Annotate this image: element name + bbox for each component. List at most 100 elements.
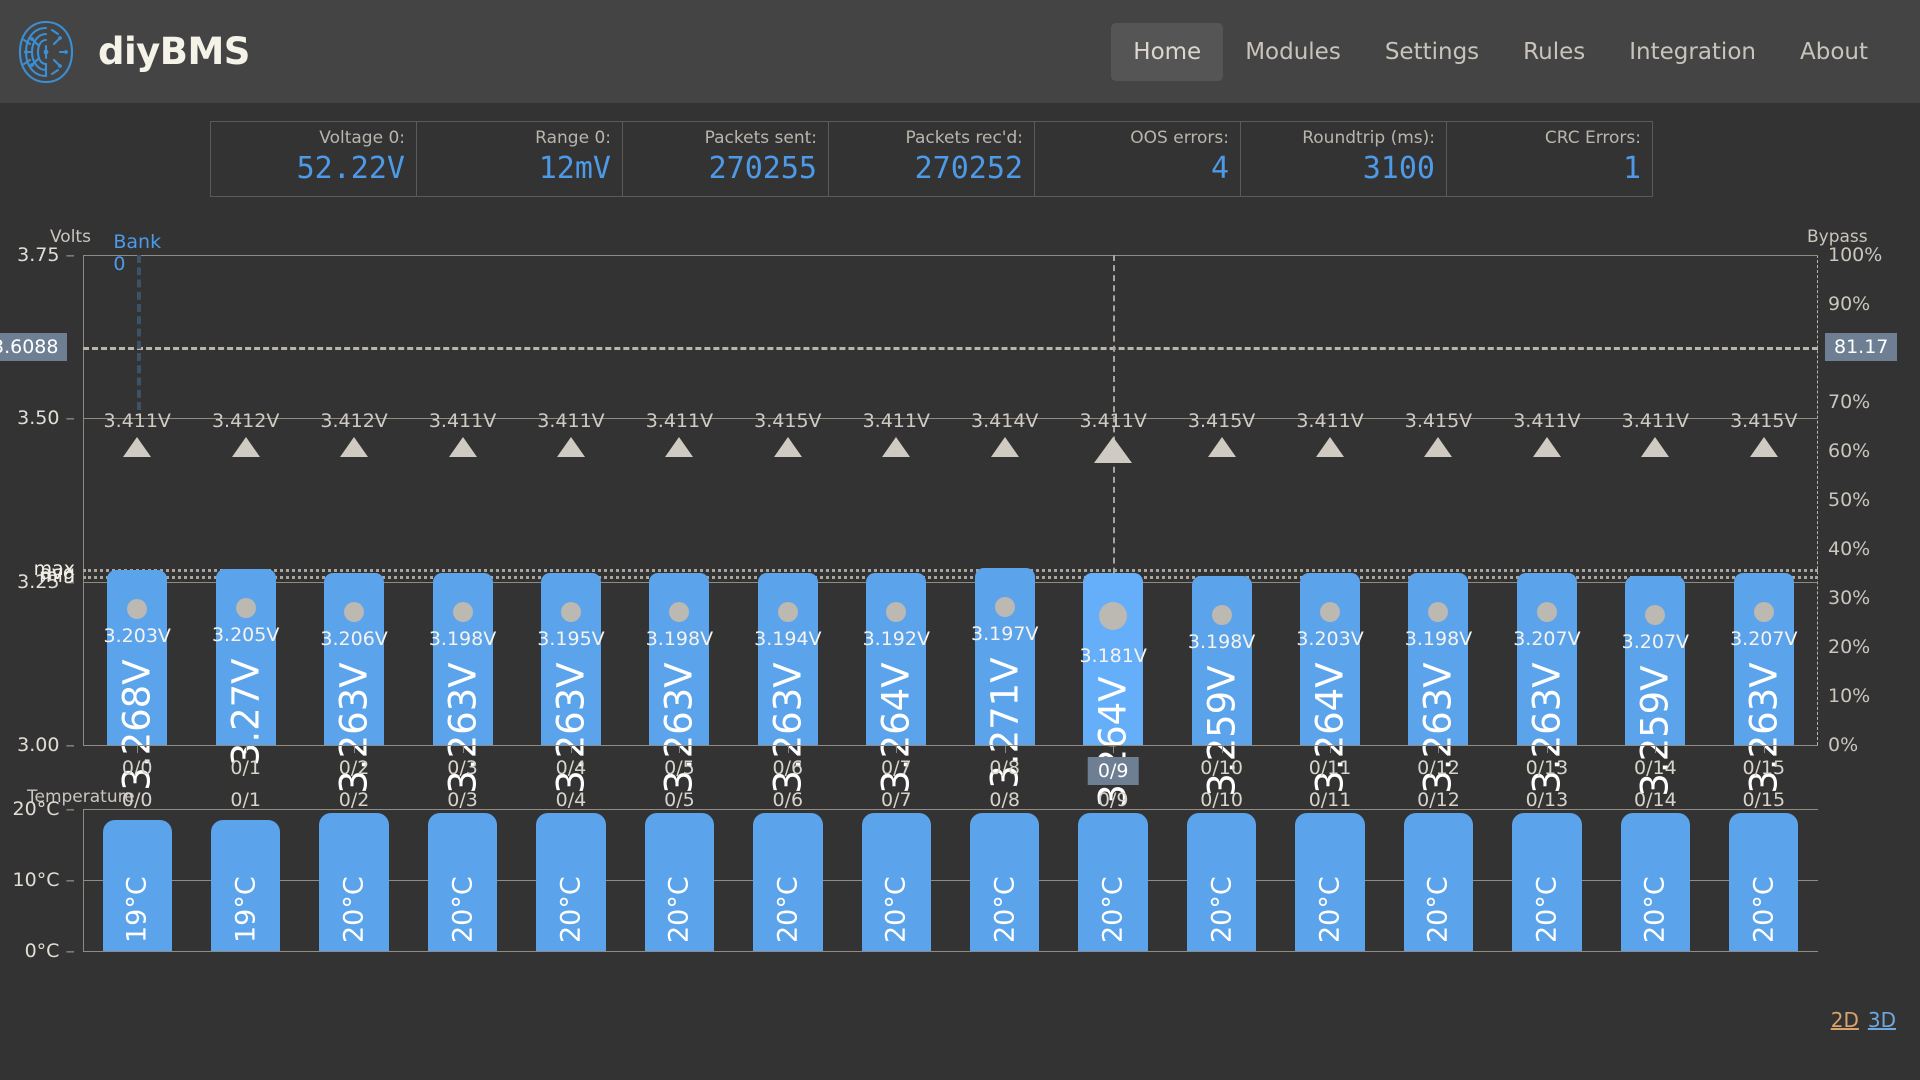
cell-max-voltage-arrow-icon bbox=[665, 437, 694, 457]
status-label: Voltage 0: bbox=[319, 128, 405, 148]
nav-link-about[interactable]: About bbox=[1778, 23, 1890, 81]
cell-max-voltage-label: 3.412V bbox=[211, 410, 280, 432]
temp-x-axis-label: 0/12 bbox=[1417, 789, 1460, 811]
circuit-fingerprint-icon bbox=[18, 20, 74, 83]
cell-column[interactable]: 3.411V 3.195V 3.263V 0/4 bbox=[537, 255, 604, 794]
x-axis-label[interactable]: 0/14 bbox=[1634, 757, 1677, 779]
cell-column[interactable]: 3.411V 3.207V 3.259V 0/14 bbox=[1622, 255, 1689, 797]
cell-max-voltage-arrow-icon bbox=[231, 437, 260, 457]
temp-x-axis-label: 0/8 bbox=[989, 789, 1021, 811]
view-3d-link[interactable]: 3D bbox=[1868, 1008, 1896, 1032]
temperature-value-label: 19°C bbox=[230, 876, 262, 943]
bypass-axis-tick-label: 100% bbox=[1828, 244, 1883, 266]
temperature-column[interactable]: 20°C 0/2 bbox=[300, 789, 408, 951]
bypass-axis-tick-label: 50% bbox=[1828, 489, 1871, 511]
cell-column[interactable]: 3.411V 3.207V 3.263V 0/13 bbox=[1513, 255, 1580, 794]
cell-column[interactable]: 3.415V 3.207V 3.263V 0/15 bbox=[1730, 255, 1797, 794]
cell-column[interactable]: 3.411V 3.192V 3.264V 0/7 bbox=[863, 255, 930, 793]
temperature-column[interactable]: 20°C 0/3 bbox=[408, 789, 516, 951]
temperature-column[interactable]: 20°C 0/6 bbox=[734, 789, 842, 951]
temperature-column[interactable]: 20°C 0/12 bbox=[1384, 789, 1492, 951]
nav-links: Home Modules Settings Rules Integration About bbox=[1111, 22, 1890, 81]
brand[interactable]: diyBMS bbox=[12, 18, 250, 86]
cell-min-voltage-label: 3.207V bbox=[1621, 630, 1690, 653]
view-2d-link[interactable]: 2D bbox=[1831, 1008, 1859, 1032]
x-axis-label[interactable]: 0/10 bbox=[1200, 757, 1243, 779]
cell-max-voltage-arrow-icon bbox=[1641, 437, 1670, 457]
cell-column[interactable]: 3.415V 3.198V 3.259V 0/10 bbox=[1188, 255, 1255, 797]
cell-max-voltage-label: 3.415V bbox=[1730, 410, 1798, 432]
status-value: 12mV bbox=[538, 151, 611, 187]
status-box: Packets rec'd: 270252 bbox=[828, 121, 1035, 197]
cell-column[interactable]: Bank 0 3.411V 3.203V 3.268V 0/0 bbox=[104, 231, 171, 791]
cell-column[interactable]: 3.411V 3.203V 3.264V 0/11 bbox=[1296, 255, 1363, 793]
temperature-column[interactable]: 20°C 0/14 bbox=[1601, 789, 1709, 951]
cell-min-voltage-label: 3.181V bbox=[1079, 644, 1147, 667]
cell-column[interactable]: 3.411V 3.181V 3.264V 0/9 bbox=[1079, 255, 1147, 807]
cell-max-voltage-arrow-icon bbox=[1316, 437, 1345, 457]
y-axis-tick-label: 3.75 – bbox=[17, 244, 75, 266]
nav-link-rules[interactable]: Rules bbox=[1501, 23, 1607, 81]
cell-bypass-dot bbox=[235, 597, 256, 618]
cell-column[interactable]: 3.415V 3.198V 3.263V 0/12 bbox=[1405, 255, 1472, 794]
x-axis-tick bbox=[354, 745, 356, 753]
cell-max-voltage-label: 3.415V bbox=[1187, 410, 1256, 432]
cell-max-voltage-arrow-icon bbox=[340, 437, 369, 457]
temperature-column[interactable]: 20°C 0/8 bbox=[951, 789, 1059, 951]
x-axis-tick bbox=[137, 745, 139, 753]
nav-link-integration[interactable]: Integration bbox=[1607, 23, 1778, 81]
x-axis-tick bbox=[1113, 745, 1115, 753]
temperature-column[interactable]: 20°C 0/15 bbox=[1710, 789, 1818, 951]
x-axis-label[interactable]: 0/5 bbox=[664, 757, 695, 779]
temperature-column[interactable]: 19°C 0/1 bbox=[191, 789, 299, 951]
status-value: 270252 bbox=[914, 151, 1023, 187]
cell-max-voltage-arrow-icon bbox=[448, 437, 477, 457]
temperature-column[interactable]: 20°C 0/10 bbox=[1167, 789, 1275, 951]
x-axis-label[interactable]: 0/1 bbox=[230, 757, 261, 779]
x-axis-label[interactable]: 0/2 bbox=[339, 757, 370, 779]
temperature-value-label: 20°C bbox=[1748, 876, 1780, 943]
cell-max-voltage-label: 3.411V bbox=[1513, 410, 1581, 432]
temperature-column[interactable]: 20°C 0/11 bbox=[1276, 789, 1384, 951]
cell-column[interactable]: 3.411V 3.198V 3.263V 0/5 bbox=[646, 255, 713, 794]
temperature-column[interactable]: 19°C 0/0 bbox=[83, 789, 191, 951]
cell-column[interactable]: 3.412V 3.205V 3.27V 0/1 bbox=[212, 255, 279, 779]
cell-bypass-dot bbox=[1753, 602, 1774, 623]
cell-max-voltage-label: 3.415V bbox=[754, 410, 822, 432]
x-axis-label[interactable]: 0/4 bbox=[556, 757, 587, 779]
nav-link-settings[interactable]: Settings bbox=[1363, 23, 1501, 81]
x-axis-label[interactable]: 0/11 bbox=[1309, 757, 1352, 779]
x-axis-tick bbox=[679, 745, 681, 753]
cell-max-voltage-label: 3.414V bbox=[971, 410, 1039, 432]
x-axis-label[interactable]: 0/7 bbox=[881, 757, 912, 779]
cell-column[interactable]: 3.411V 3.198V 3.263V 0/3 bbox=[429, 255, 496, 794]
x-axis-label[interactable]: 0/12 bbox=[1417, 757, 1460, 779]
cell-bypass-dot bbox=[452, 602, 473, 623]
temp-gridline bbox=[83, 951, 1818, 952]
status-box: Range 0: 12mV bbox=[416, 121, 623, 197]
bank-divider-line bbox=[137, 255, 142, 410]
cell-column[interactable]: 3.414V 3.197V 3.271V 0/8 bbox=[971, 255, 1038, 789]
x-axis-label[interactable]: 0/9 bbox=[1087, 757, 1139, 785]
x-axis-label[interactable]: 0/15 bbox=[1742, 757, 1785, 779]
x-axis-label[interactable]: 0/0 bbox=[122, 757, 153, 779]
nav-link-home[interactable]: Home bbox=[1111, 22, 1224, 81]
temperature-chart: Temperature 20°C –10°C –0°C –19°C 0/0 19°C… bbox=[0, 787, 1920, 967]
cell-bypass-dot bbox=[560, 602, 581, 623]
temperature-column[interactable]: 20°C 0/5 bbox=[625, 789, 733, 951]
cell-column[interactable]: 3.412V 3.206V 3.263V 0/2 bbox=[320, 255, 387, 794]
cell-max-voltage-arrow-icon bbox=[1207, 437, 1236, 457]
temperature-column[interactable]: 20°C 0/9 bbox=[1059, 789, 1167, 951]
temperature-column[interactable]: 20°C 0/4 bbox=[517, 789, 625, 951]
x-axis-label[interactable]: 0/6 bbox=[773, 757, 804, 779]
cell-max-voltage-label: 3.412V bbox=[320, 410, 388, 432]
x-axis-label[interactable]: 0/13 bbox=[1526, 757, 1569, 779]
temperature-column[interactable]: 20°C 0/13 bbox=[1493, 789, 1601, 951]
temperature-column[interactable]: 20°C 0/7 bbox=[842, 789, 950, 951]
x-axis-label[interactable]: 0/3 bbox=[447, 757, 478, 779]
cell-column[interactable]: 3.415V 3.194V 3.263V 0/6 bbox=[754, 255, 821, 794]
status-value: 1 bbox=[1622, 151, 1641, 187]
nav-link-modules[interactable]: Modules bbox=[1223, 23, 1363, 81]
status-label: OOS errors: bbox=[1130, 128, 1229, 148]
x-axis-label[interactable]: 0/8 bbox=[989, 757, 1020, 779]
